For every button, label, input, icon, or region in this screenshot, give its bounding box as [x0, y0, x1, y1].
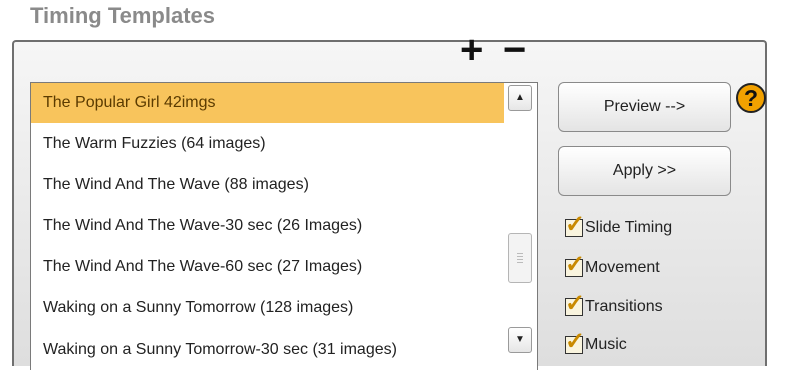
apply-button[interactable]: Apply >> — [558, 146, 731, 196]
scroll-down-arrow-icon[interactable]: ▼ — [508, 327, 532, 353]
list-item[interactable]: Waking on a Sunny Tomorrow-30 sec (31 im… — [31, 330, 504, 370]
slide-timing-label: Slide Timing — [585, 219, 673, 236]
section-title: Timing Templates — [30, 3, 216, 28]
list-item[interactable]: Waking on a Sunny Tomorrow (128 images) — [31, 288, 504, 328]
scroll-up-arrow-icon[interactable]: ▲ — [508, 85, 532, 111]
transitions-checkbox[interactable]: ✓ — [565, 292, 585, 316]
preview-button[interactable]: Preview --> — [558, 82, 731, 132]
slide-timing-checkbox[interactable]: ✓ — [565, 213, 585, 237]
checkmark-icon: ✓ — [565, 211, 586, 238]
checkmark-icon: ✓ — [565, 290, 586, 317]
scrollbar-thumb[interactable] — [508, 233, 532, 283]
checkmark-icon: ✓ — [565, 251, 586, 278]
list-item[interactable]: The Wind And The Wave-30 sec (26 Images) — [31, 206, 504, 246]
add-template-button[interactable]: + — [460, 30, 483, 70]
list-item[interactable]: The Wind And The Wave (88 images) — [31, 165, 504, 205]
movement-checkbox[interactable]: ✓ — [565, 253, 585, 277]
list-item[interactable]: The Warm Fuzzies (64 images) — [31, 124, 504, 164]
transitions-label: Transitions — [585, 298, 663, 315]
remove-template-button[interactable]: − — [503, 30, 526, 70]
grip-icon — [517, 253, 523, 263]
movement-label: Movement — [585, 259, 660, 276]
music-label: Music — [585, 336, 627, 353]
list-item[interactable]: The Popular Girl 42imgs — [31, 83, 504, 123]
template-list[interactable]: The Popular Girl 42imgs The Warm Fuzzies… — [30, 82, 538, 370]
music-checkbox[interactable]: ✓ — [565, 330, 585, 354]
checkmark-icon: ✓ — [565, 328, 586, 355]
help-icon[interactable]: ? — [736, 83, 766, 113]
list-item[interactable]: The Wind And The Wave-60 sec (27 Images) — [31, 247, 504, 287]
